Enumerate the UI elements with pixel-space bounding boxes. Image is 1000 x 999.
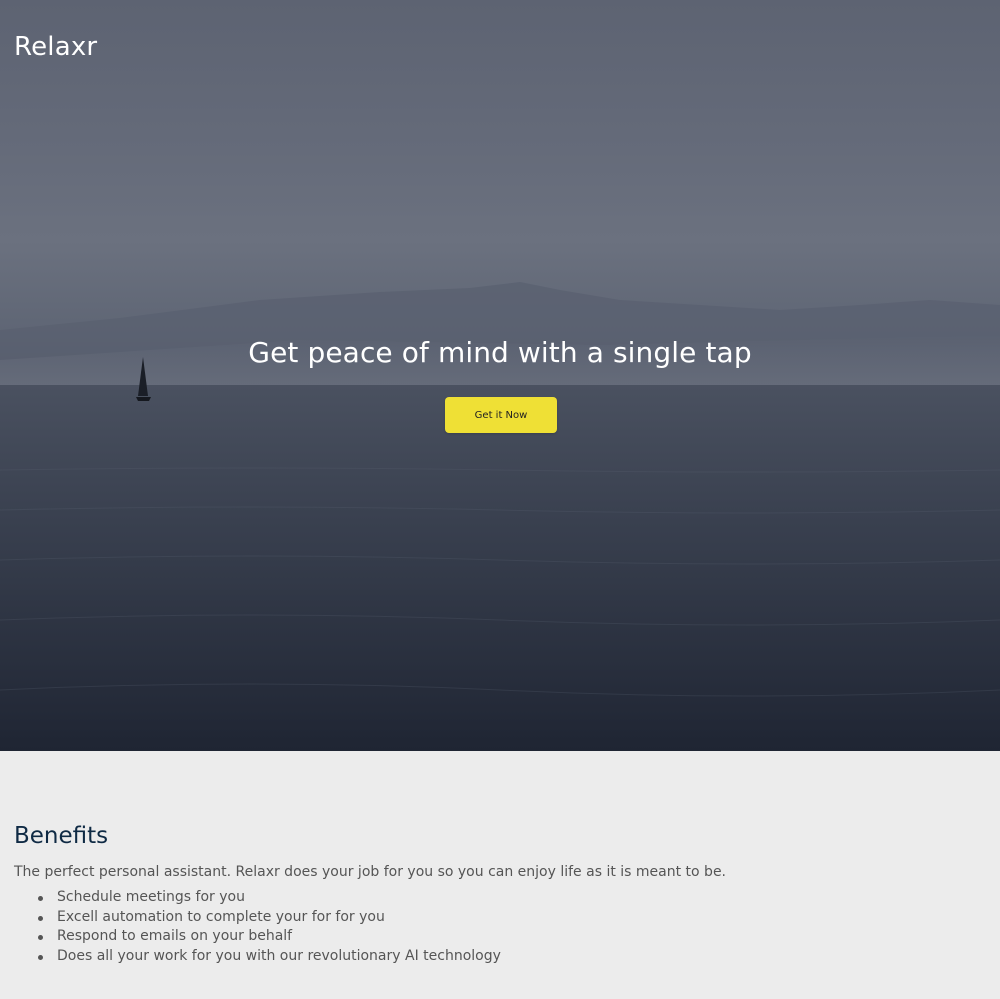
benefits-intro: The perfect personal assistant. Relaxr d… xyxy=(14,864,727,880)
list-item: Respond to emails on your behalf xyxy=(38,927,501,947)
get-it-now-button[interactable]: Get it Now xyxy=(445,397,557,433)
sea xyxy=(0,385,1000,751)
hero-headline: Get peace of mind with a single tap xyxy=(248,336,752,369)
list-item: Schedule meetings for you xyxy=(38,888,501,908)
brand-logo[interactable]: Relaxr xyxy=(14,32,97,62)
list-item: Excell automation to complete your for f… xyxy=(38,908,501,928)
benefits-title: Benefits xyxy=(14,823,109,849)
list-item: Does all your work for you with our revo… xyxy=(38,947,501,967)
benefits-section: Benefits The perfect personal assistant.… xyxy=(0,751,1000,999)
hero-background-image xyxy=(0,282,1000,751)
hero-section: Relaxr Get peace of mind with a single t… xyxy=(0,0,1000,751)
benefits-list: Schedule meetings for you Excell automat… xyxy=(38,888,501,966)
